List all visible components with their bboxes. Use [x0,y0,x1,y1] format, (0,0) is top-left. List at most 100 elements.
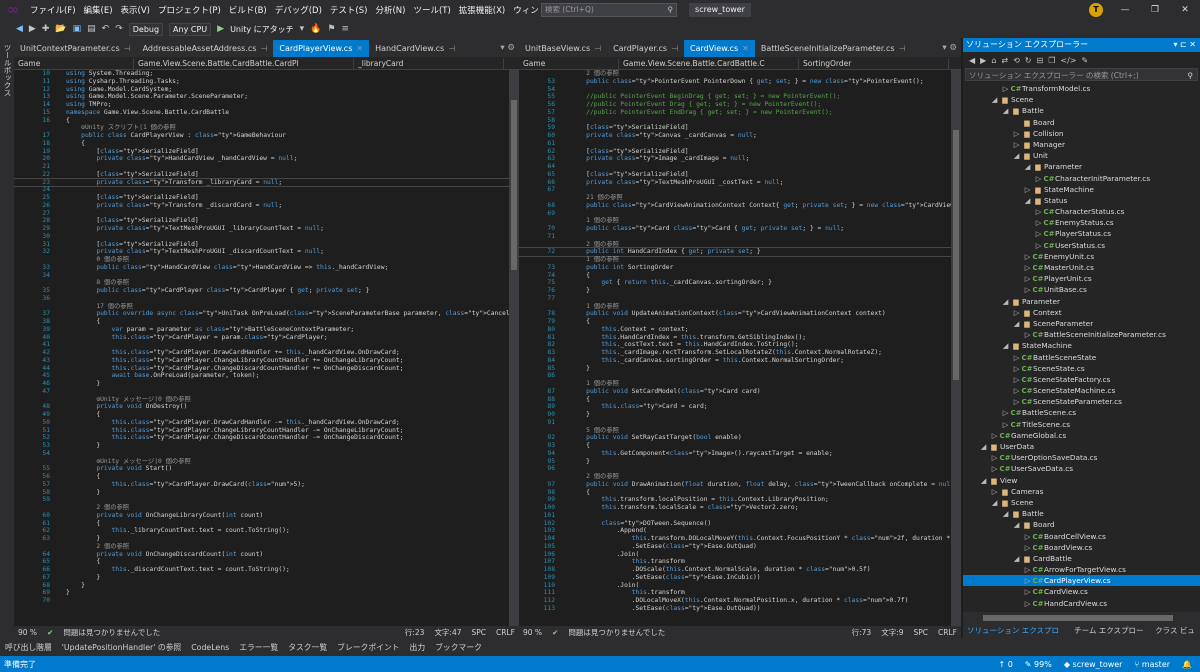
expander-icon[interactable]: ▷ [1023,251,1032,262]
code-line[interactable]: 112 .DOLocalMoveX(this.Context.NormalPos… [519,597,951,605]
tool-window-tab[interactable]: 'UpdatePositionHandler' の参照 [57,642,186,653]
tree-folder[interactable]: ◢ ▆ StateMachine [963,340,1200,351]
tree-file[interactable]: ▷ C#UnitBase.cs [963,284,1200,295]
tree-file[interactable]: ▷ C#EnemyStatus.cs [963,217,1200,228]
tree-folder[interactable]: ◢ ▆ View [963,475,1200,486]
tree-file[interactable]: ▷ C#GameGlobal.cs [963,430,1200,441]
code-line[interactable]: 105 .SetEase(class="ty">Ease.OutQuad) [519,543,951,551]
tree-file[interactable]: ▷ C#CharacterInitParameter.cs [963,173,1200,184]
tree-folder[interactable]: ▷ ▆ StateMachine [963,184,1200,195]
code-line[interactable]: 83 this._cardImage.rectTransform.SetLoca… [519,349,951,357]
new-project-icon[interactable]: ✚ [42,24,50,34]
code-line[interactable]: 66 this._discardCountText.text = count.T… [14,566,509,574]
code-line[interactable]: 1 個の参照 [519,256,951,264]
expander-icon[interactable]: ◢ [979,475,988,486]
code-line[interactable]: 59 [14,496,509,504]
expander-icon[interactable]: ▷ [990,463,999,474]
editor-tab[interactable]: CardPlayer.cs ⊣ [607,40,684,57]
code-line[interactable]: 80 this.Context = context; [519,326,951,334]
code-line[interactable]: 71 [519,233,951,241]
code-line[interactable]: 55 //public PointerEvent BeginDrag { get… [519,93,951,101]
back-icon[interactable]: ◀ [969,56,975,65]
code-line[interactable]: 12 using Game.Model.CardSystem; [14,86,509,94]
code-line[interactable]: 103 .Append( [519,527,951,535]
tree-folder[interactable]: ▆ Board [963,117,1200,128]
tree-file[interactable]: ▷ C#HandCardView.cs [963,598,1200,609]
sync-icon[interactable]: ⇄ [1001,56,1008,65]
code-line[interactable]: 67 [519,186,951,194]
panel-tab[interactable]: チーム エクスプローラー [1070,624,1151,649]
maximize-icon[interactable]: ❐ [1140,5,1170,15]
code-line[interactable]: 77 [519,295,951,303]
expander-icon[interactable]: ▷ [1001,419,1010,430]
home-icon[interactable]: ⌂ [991,56,996,65]
code-line[interactable]: 11 using Cysharp.Threading.Tasks; [14,78,509,86]
code-line[interactable]: 98 { [519,489,951,497]
code-line[interactable]: 22 [class="ty">SerializeField] [14,171,509,179]
menu-item[interactable]: 表示(V) [117,4,154,16]
bookmark-icon[interactable]: ⚑ [327,24,335,34]
editor-tab[interactable]: AddressableAssetAddress.cs ⊣ [137,40,274,57]
left-nav-project[interactable]: Game [14,57,134,69]
code-line[interactable]: 95 } [519,458,951,466]
menu-item[interactable]: デバッグ(D) [271,4,326,16]
codelens-reference[interactable]: 2 個の参照 [571,241,619,248]
code-line[interactable]: 65 [class="ty">SerializeField] [519,171,951,179]
codelens-reference[interactable]: 21 個の参照 [571,194,623,201]
expander-icon[interactable]: ▷ [1012,396,1021,407]
tree-folder[interactable]: ◢ ▆ Battle [963,105,1200,116]
zoom-level[interactable]: 90 % [18,628,37,637]
edit-percent-icon[interactable]: ✎ 99% [1025,660,1052,669]
properties-icon[interactable]: ✎ [1081,56,1088,65]
code-line[interactable]: 47 [14,388,509,396]
expander-icon[interactable]: ◢ [1001,296,1010,307]
tree-folder[interactable]: ◢ ▆ Status [963,195,1200,206]
code-line[interactable]: 62 this._libraryCountText.text = count.T… [14,527,509,535]
tree-file[interactable]: ▷ C#BattleSceneState [963,352,1200,363]
expander-icon[interactable]: ▷ [1001,83,1010,94]
code-line[interactable]: 42 this.class="ty">CardPlayer.DrawCardHa… [14,349,509,357]
tree-folder[interactable]: ◢ ▆ Parameter [963,296,1200,307]
code-line[interactable]: 1 個の参照 [519,380,951,388]
forward-icon[interactable]: ▶ [980,56,986,65]
pin-icon[interactable]: ⊣ [124,44,131,53]
code-line[interactable]: 58 } [14,489,509,497]
code-line[interactable]: 45 await base.OnPreLoad(parameter, token… [14,372,509,380]
codelens-reference[interactable]: 17 個の参照 [66,303,133,310]
expander-icon[interactable]: ▷ [1023,262,1032,273]
code-line[interactable]: 24 [14,186,509,194]
code-line[interactable]: 66 private class="ty">TextMeshProUGUI _c… [519,179,951,187]
tree-file[interactable]: ▷ C#UserStatus.cs [963,240,1200,251]
code-line[interactable]: 70 public class="ty">Card class="ty">Car… [519,225,951,233]
tool-window-tab[interactable]: タスク一覧 [283,642,332,653]
code-line[interactable]: 79 { [519,318,951,326]
code-line[interactable]: 50 this.class="ty">CardPlayer.DrawCardHa… [14,419,509,427]
codelens-reference[interactable]: 2 個の参照 [66,504,129,511]
code-line[interactable]: 0 個の参照 [14,256,509,264]
code-line[interactable]: 104 this.transform.DOLocalMoveY(this.Con… [519,535,951,543]
code-line[interactable]: 49 { [14,411,509,419]
code-line[interactable]: 26 private class="ty">Transform _discard… [14,202,509,210]
tree-folder[interactable]: ▷ ▆ Cameras [963,486,1200,497]
code-line[interactable]: 60 private void OnChangeLibraryCount(int… [14,512,509,520]
repo-icon[interactable]: ◆ screw_tower [1064,660,1123,669]
solution-search-input[interactable]: ソリューション エクスプローラー の検索 (Ctrl+;) ⚲ [965,68,1198,81]
code-line[interactable]: ⚙Unity メッセージ|0 個の参照 [14,458,509,466]
code-line[interactable]: 37 public override async class="ty">UniT… [14,310,509,318]
code-line[interactable]: 84 this._cardCanvas.sortingOrder = this.… [519,357,951,365]
codelens-reference[interactable]: ⚙Unity メッセージ|0 個の参照 [66,458,190,465]
tool-window-tab[interactable]: ブックマーク [430,642,487,653]
tool-window-tab[interactable]: 呼び出し階層 [0,642,57,653]
redo-icon[interactable]: ↷ [115,24,123,34]
pin-icon[interactable]: ⊣ [671,44,678,53]
expander-icon[interactable]: ▷ [1012,139,1021,150]
tree-folder[interactable]: ◢ ▆ SceneParameter [963,318,1200,329]
dropdown-arrow-icon[interactable]: ▾ [300,24,305,34]
tree-file[interactable]: ▷ C#SceneStateParameter.cs [963,396,1200,407]
code-line[interactable]: 48 private void OnDestroy() [14,403,509,411]
close-icon[interactable]: ✕ [1170,5,1200,15]
codelens-reference[interactable]: 5 個の参照 [571,427,619,434]
menu-item[interactable]: 分析(N) [371,4,409,16]
expander-icon[interactable]: ▷ [1034,240,1043,251]
code-line[interactable]: 53 } [14,442,509,450]
